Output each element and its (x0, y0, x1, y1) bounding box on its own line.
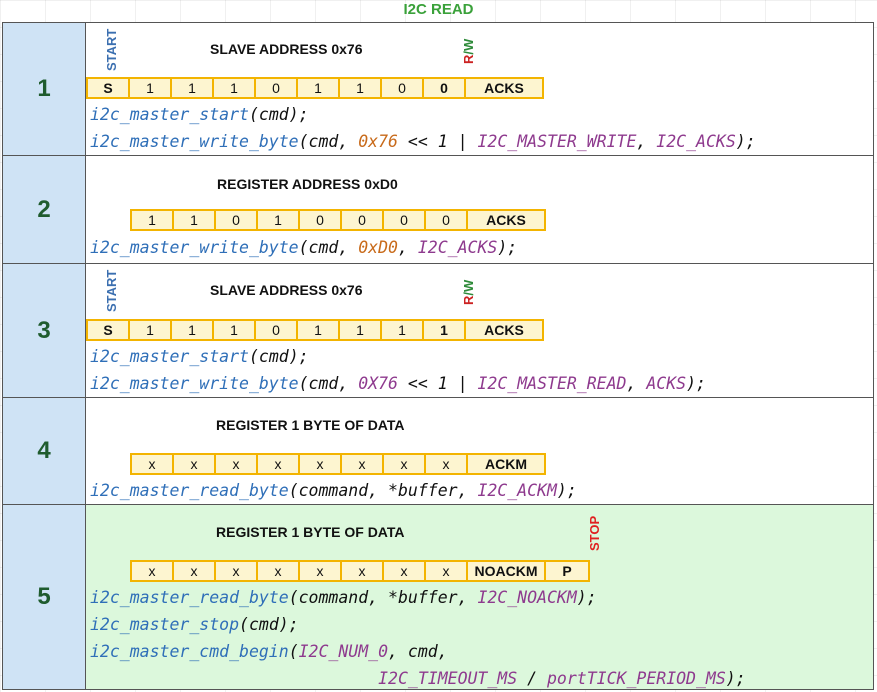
bit-row: S 1 1 1 0 1 1 1 1 ACKS (86, 319, 544, 341)
nack-cell: NOACKM (466, 560, 546, 582)
ack-cell: ACKS (466, 209, 546, 231)
bit-cell: S (86, 77, 130, 99)
bit-cell: 0 (382, 209, 426, 231)
section-content: REGISTER ADDRESS 0xD0 1 1 0 1 0 0 0 0 AC… (86, 156, 873, 263)
bit-cell: 1 (212, 77, 256, 99)
bit-cell: 1 (212, 319, 256, 341)
bit-row: S 1 1 1 0 1 1 0 0 ACKS (86, 77, 544, 99)
start-label: START (104, 28, 119, 71)
section-5: 5 REGISTER 1 BYTE OF DATA STOP x x x x x… (2, 504, 874, 690)
bit-cell: 0 (380, 77, 424, 99)
ack-cell: ACKS (464, 77, 544, 99)
code-line: i2c_master_start(cmd); (90, 105, 309, 124)
section-heading: REGISTER ADDRESS 0xD0 (217, 176, 398, 192)
section-number: 1 (3, 23, 86, 155)
bit-cell: x (256, 560, 300, 582)
section-3: 3 START SLAVE ADDRESS 0x76 R/W S 1 1 1 0… (2, 263, 874, 398)
bit-cell: x (340, 560, 384, 582)
section-number: 2 (3, 156, 86, 263)
section-heading: SLAVE ADDRESS 0x76 (210, 41, 363, 57)
bit-cell: x (214, 560, 258, 582)
section-content: START SLAVE ADDRESS 0x76 R/W S 1 1 1 0 1… (86, 264, 873, 397)
bit-cell: x (130, 560, 174, 582)
code-line: i2c_master_start(cmd); (90, 347, 309, 366)
bit-cell: x (424, 560, 468, 582)
bit-cell: 1 (338, 77, 382, 99)
rw-label: R/W (461, 38, 476, 64)
rw-bit-cell: 1 (422, 319, 466, 341)
bit-cell: 1 (296, 77, 340, 99)
stop-label: STOP (587, 515, 602, 551)
section-heading: SLAVE ADDRESS 0x76 (210, 282, 363, 298)
bit-row: 1 1 0 1 0 0 0 0 ACKS (130, 209, 546, 231)
section-content: START SLAVE ADDRESS 0x76 R/W S 1 1 1 0 1… (86, 23, 873, 155)
code-line: i2c_master_write_byte(cmd, 0x76 << 1 | I… (90, 132, 756, 151)
bit-cell: x (298, 560, 342, 582)
bit-cell: 1 (170, 77, 214, 99)
code-line: i2c_master_stop(cmd); (90, 615, 299, 634)
bit-cell: x (382, 453, 426, 475)
bit-cell: 0 (214, 209, 258, 231)
bit-cell: S (86, 319, 130, 341)
stop-cell: P (544, 560, 590, 582)
bit-cell: x (298, 453, 342, 475)
bit-cell: x (172, 453, 216, 475)
section-content: REGISTER 1 BYTE OF DATA x x x x x x x x … (86, 398, 873, 504)
bit-cell: 1 (256, 209, 300, 231)
section-4: 4 REGISTER 1 BYTE OF DATA x x x x x x x … (2, 397, 874, 505)
bit-cell: x (424, 453, 468, 475)
section-2: 2 REGISTER ADDRESS 0xD0 1 1 0 1 0 0 0 0 … (2, 155, 874, 264)
bit-cell: 0 (424, 209, 468, 231)
code-line: i2c_master_read_byte(command, *buffer, I… (90, 588, 597, 607)
code-line: i2c_master_cmd_begin(I2C_NUM_0, cmd, (90, 642, 448, 661)
ack-cell: ACKS (464, 319, 544, 341)
bit-cell: 1 (296, 319, 340, 341)
rw-label: R/W (461, 279, 476, 305)
code-line: i2c_master_read_byte(command, *buffer, I… (90, 481, 577, 500)
bit-cell: 1 (130, 209, 174, 231)
code-line: I2C_TIMEOUT_MS / portTICK_PERIOD_MS); (378, 669, 746, 688)
code-line: i2c_master_write_byte(cmd, 0xD0, I2C_ACK… (90, 238, 518, 257)
section-number: 5 (3, 505, 86, 689)
bit-row: x x x x x x x x NOACKM P (130, 560, 590, 582)
bit-cell: x (214, 453, 258, 475)
bit-cell: x (172, 560, 216, 582)
bit-row: x x x x x x x x ACKM (130, 453, 546, 475)
bit-cell: 0 (340, 209, 384, 231)
bit-cell: x (340, 453, 384, 475)
section-heading: REGISTER 1 BYTE OF DATA (216, 524, 405, 540)
rw-bit-cell: 0 (422, 77, 466, 99)
bit-cell: 1 (128, 319, 172, 341)
section-number: 4 (3, 398, 86, 504)
bit-cell: 0 (298, 209, 342, 231)
bit-cell: 0 (254, 319, 298, 341)
bit-cell: 1 (170, 319, 214, 341)
ack-cell: ACKM (466, 453, 546, 475)
code-line: i2c_master_write_byte(cmd, 0X76 << 1 | I… (90, 374, 706, 393)
section-number: 3 (3, 264, 86, 397)
bit-cell: x (382, 560, 426, 582)
start-label: START (104, 269, 119, 312)
bit-cell: x (256, 453, 300, 475)
bit-cell: x (130, 453, 174, 475)
section-content: REGISTER 1 BYTE OF DATA STOP x x x x x x… (86, 505, 873, 689)
bit-cell: 1 (338, 319, 382, 341)
bit-cell: 1 (172, 209, 216, 231)
bit-cell: 1 (128, 77, 172, 99)
page-title: I2C READ (403, 1, 474, 18)
bit-cell: 0 (254, 77, 298, 99)
section-1: 1 START SLAVE ADDRESS 0x76 R/W S 1 1 1 0… (2, 22, 874, 156)
section-heading: REGISTER 1 BYTE OF DATA (216, 417, 405, 433)
bit-cell: 1 (380, 319, 424, 341)
